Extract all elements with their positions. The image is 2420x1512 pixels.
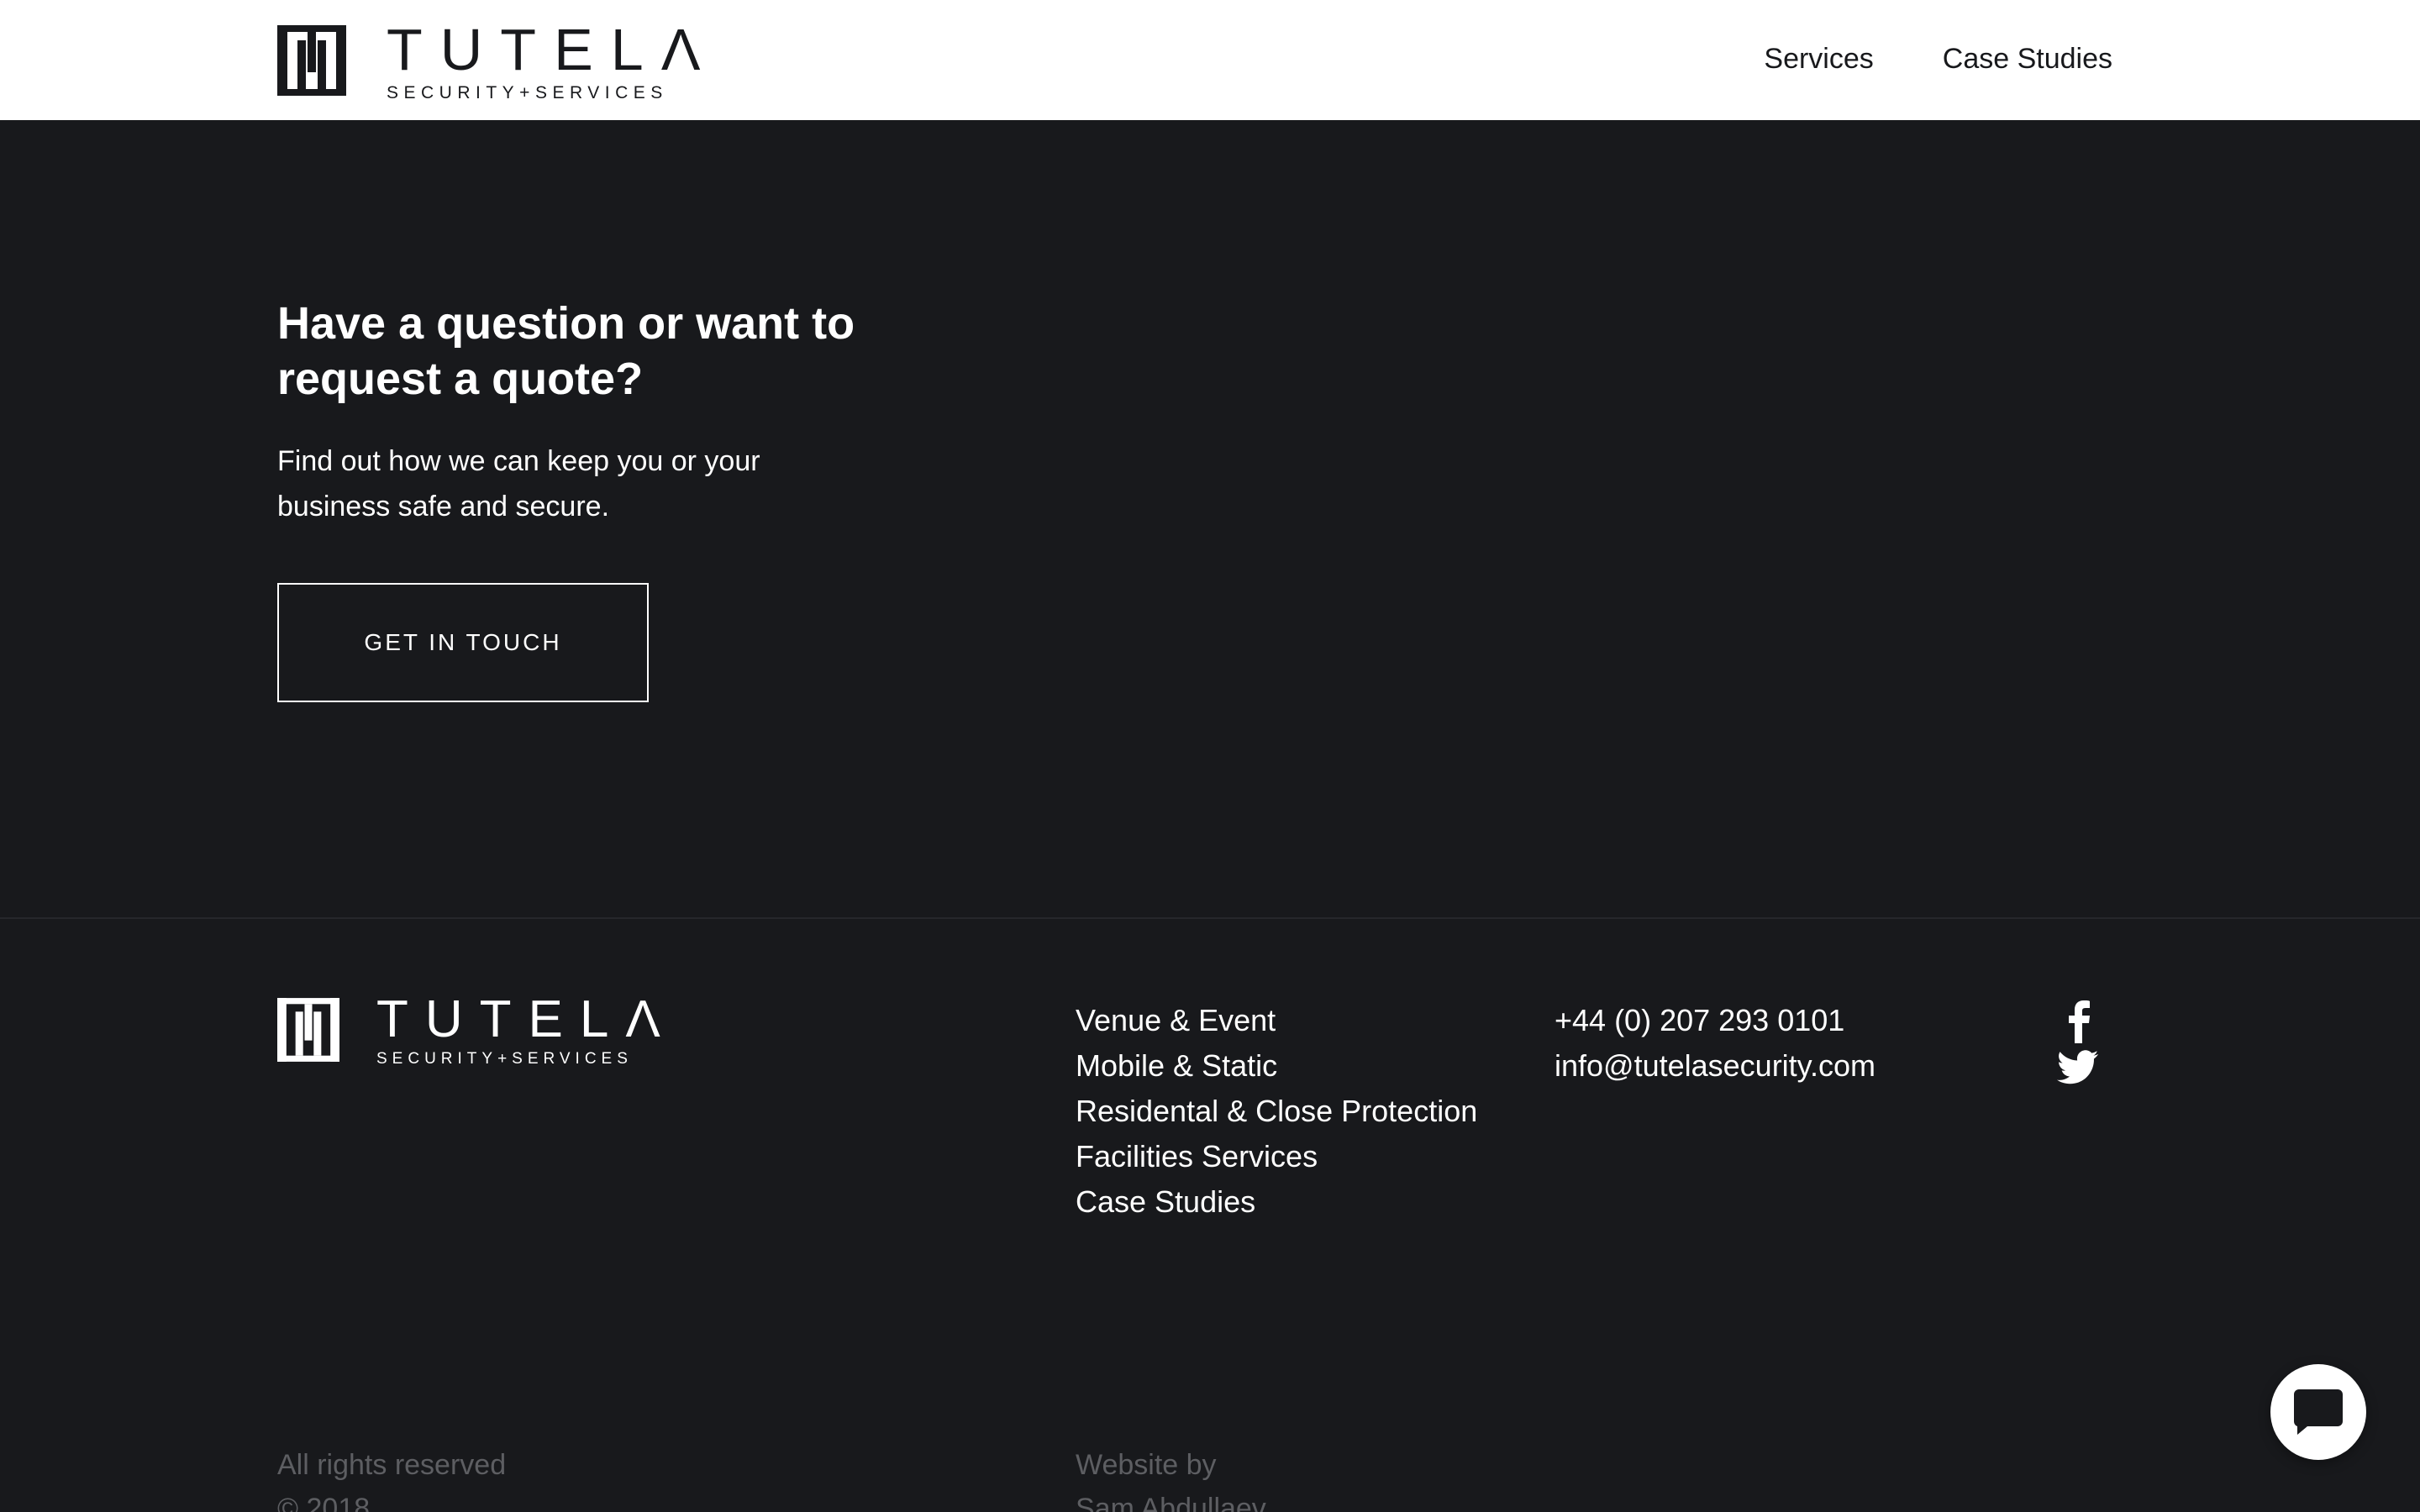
facebook-icon	[2069, 1000, 2090, 1043]
copyright-text: © 2018	[277, 1493, 371, 1512]
logo-wordmark: TUTELΛ	[376, 990, 677, 1048]
credit-info: Website by Sam Abdullaev	[1076, 1443, 1266, 1512]
logo-tagline: SECURITY+SERVICES	[387, 82, 668, 102]
chat-bubble-icon	[2294, 1389, 2343, 1435]
header-logo[interactable]: TUTELΛ SECURITY+SERVICES	[277, 20, 718, 102]
email-link[interactable]: info@tutelasecurity.com	[1555, 1043, 1876, 1089]
logo-tagline: SECURITY+SERVICES	[376, 1049, 633, 1068]
section-divider	[0, 917, 2420, 919]
cta-title: Have a question or want to request a quo…	[277, 298, 855, 404]
footer-contact: +44 (0) 207 293 0101 info@tutelasecurity…	[1555, 998, 1876, 1089]
chat-button[interactable]	[2270, 1364, 2366, 1460]
tutela-logo-icon	[277, 998, 339, 1062]
logo-wordmark: TUTELΛ	[387, 16, 718, 82]
rights-text: All rights reserved	[277, 1449, 507, 1481]
phone-link[interactable]: +44 (0) 207 293 0101	[1555, 998, 1876, 1043]
footer-link-case-studies[interactable]: Case Studies	[1076, 1179, 1477, 1225]
footer-link-mobile-static[interactable]: Mobile & Static	[1076, 1043, 1477, 1089]
credit-link[interactable]: Sam Abdullaev	[1076, 1493, 1266, 1512]
footer-link-residential-close-protection[interactable]: Residental & Close Protection	[1076, 1089, 1477, 1134]
footer-link-venue-event[interactable]: Venue & Event	[1076, 998, 1477, 1043]
nav-services[interactable]: Services	[1764, 40, 1873, 77]
tutela-logo-icon	[277, 25, 346, 96]
logo-text: TUTELΛ SECURITY+SERVICES	[376, 990, 677, 1068]
twitter-link[interactable]	[2057, 1043, 2099, 1089]
social-links	[2057, 998, 2107, 1089]
nav-case-studies[interactable]: Case Studies	[1943, 40, 2112, 77]
footer-link-facilities-services[interactable]: Facilities Services	[1076, 1134, 1477, 1179]
twitter-icon	[2057, 1050, 2099, 1084]
site-header: TUTELΛ SECURITY+SERVICES Services Case S…	[0, 0, 2420, 120]
legal-info: All rights reserved © 2018	[277, 1443, 506, 1512]
facebook-link[interactable]	[2057, 998, 2099, 1043]
footer-logo[interactable]: TUTELΛ SECURITY+SERVICES	[277, 993, 677, 1067]
get-in-touch-button[interactable]: GET IN TOUCH	[277, 583, 649, 702]
logo-text: TUTELΛ SECURITY+SERVICES	[387, 20, 718, 102]
credit-label: Website by	[1076, 1449, 1217, 1481]
footer-links: Venue & Event Mobile & Static Residental…	[1076, 998, 1477, 1225]
cta-description: Find out how we can keep you or your bus…	[277, 445, 760, 522]
main-nav: Services Case Studies	[1764, 40, 2112, 77]
